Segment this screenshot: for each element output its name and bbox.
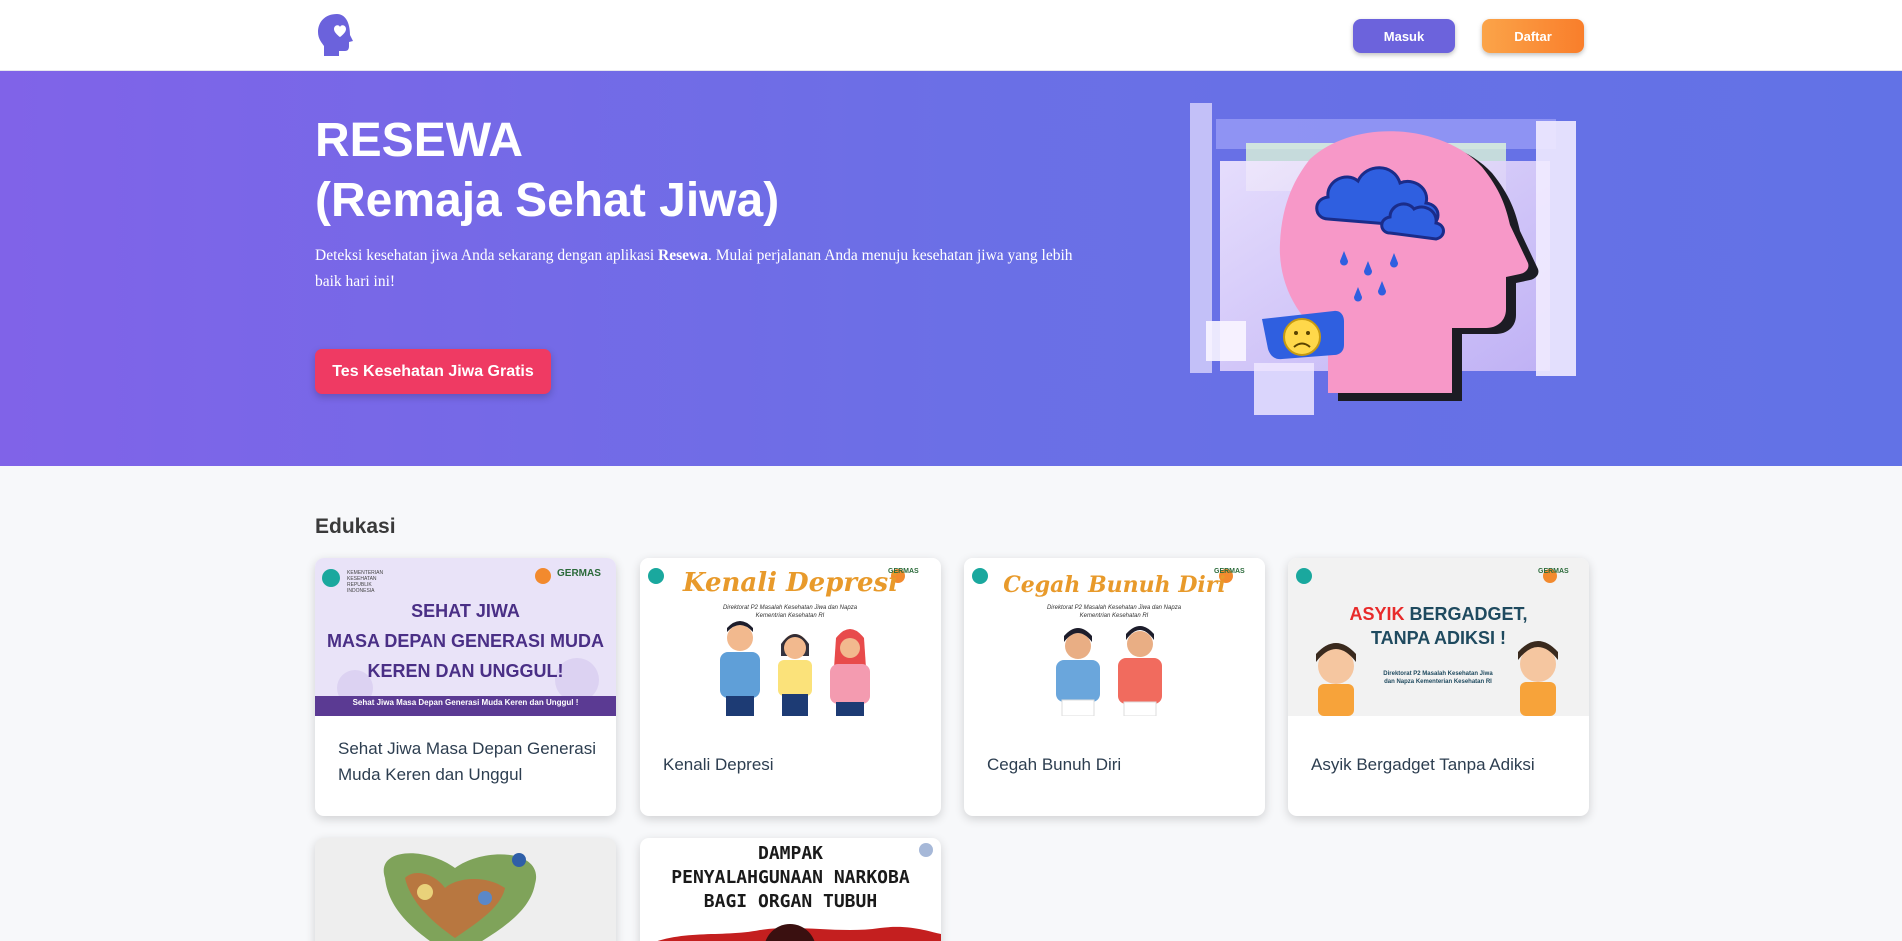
card-title[interactable]: Kenali Depresi bbox=[663, 752, 923, 778]
card-poster-image: Kenali Depresi Direktorat P2 Masalah Kes… bbox=[640, 558, 941, 716]
poster-line: KEREN DAN UNGGUL! bbox=[367, 661, 564, 681]
poster-subtitle: Direktorat P2 Masalah Kesehatan Jiwa dan… bbox=[722, 605, 858, 619]
hero-title-line1: RESEWA bbox=[315, 114, 524, 167]
germas-badge: GERMAS bbox=[888, 568, 919, 575]
edu-card-cegah-bunuh-diri[interactable]: Cegah Bunuh Diri Direktorat P2 Masalah K… bbox=[964, 558, 1265, 816]
poster-line: SEHAT JIWA bbox=[411, 601, 520, 621]
edu-card-asyik-bergadget[interactable]: ASYIK BERGADGET, TANPA ADIKSI ! Direktor… bbox=[1288, 558, 1589, 816]
poster-subtitle: Direktorat P2 Masalah Kesehatan Jiwa dan… bbox=[1046, 605, 1182, 619]
hero-title-line2: (Remaja Sehat Jiwa) bbox=[315, 174, 780, 227]
free-test-button[interactable]: Tes Kesehatan Jiwa Gratis bbox=[315, 349, 551, 394]
card-poster-image: Cegah Bunuh Diri Direktorat P2 Masalah K… bbox=[964, 558, 1265, 716]
hero-section: RESEWA (Remaja Sehat Jiwa) Deteksi keseh… bbox=[0, 71, 1902, 466]
card-title[interactable]: Cegah Bunuh Diri bbox=[987, 752, 1247, 778]
poster-rest: BERGADGET, bbox=[1404, 604, 1528, 624]
poster-line: BAGI ORGAN TUBUH bbox=[703, 891, 878, 912]
login-button[interactable]: Masuk bbox=[1353, 19, 1455, 53]
poster-headline: DAMPAK PENYALAHGUNAAN NARKOBA BAGI ORGAN… bbox=[640, 842, 941, 914]
poster-line: MASA DEPAN GENERASI MUDA bbox=[326, 631, 604, 651]
card-title[interactable]: Sehat Jiwa Masa Depan Generasi Muda Kere… bbox=[338, 736, 598, 788]
edu-card-row2-map[interactable] bbox=[315, 838, 616, 941]
edukasi-title: Edukasi bbox=[315, 515, 396, 538]
head-heart-icon[interactable] bbox=[315, 12, 363, 58]
poster-subtitle: Direktorat P2 Masalah Kesehatan Jiwa dan… bbox=[1383, 671, 1493, 685]
edu-card-sehat-jiwa[interactable]: KEMENTERIAN KESEHATAN REPUBLIK INDONESIA GE… bbox=[315, 558, 616, 816]
poster-line: DAMPAK bbox=[757, 843, 824, 864]
poster-line: PENYALAHGUNAAN NARKOBA bbox=[671, 867, 910, 888]
hero-title: RESEWA (Remaja Sehat Jiwa) bbox=[315, 111, 779, 231]
sad-head-raincloud-illustration bbox=[1190, 103, 1576, 415]
edu-card-kenali-depresi[interactable]: Kenali Depresi Direktorat P2 Masalah Kes… bbox=[640, 558, 941, 816]
poster-line: TANPA ADIKSI ! bbox=[1371, 628, 1506, 648]
poster-headline: ASYIK BERGADGET, TANPA ADIKSI ! bbox=[1288, 602, 1589, 650]
edu-card-row2-narkoba[interactable]: DAMPAK PENYALAHGUNAAN NARKOBA BAGI ORGAN… bbox=[640, 838, 941, 941]
poster-line: ASYIK BERGADGET, bbox=[1288, 602, 1589, 626]
navbar: Masuk Daftar bbox=[0, 0, 1902, 71]
germas-badge: GERMAS bbox=[1214, 568, 1245, 575]
card-title[interactable]: Asyik Bergadget Tanpa Adiksi bbox=[1311, 752, 1571, 778]
hero-desc-brand: Resewa bbox=[658, 247, 708, 264]
germas-badge: GERMAS bbox=[557, 568, 601, 579]
poster-heading: Cegah Bunuh Diri bbox=[1003, 572, 1226, 598]
germas-badge: GERMAS bbox=[1538, 568, 1569, 575]
hero-description: Deteksi kesehatan jiwa Anda sekarang den… bbox=[315, 243, 1075, 295]
hero-desc-start: Deteksi kesehatan jiwa Anda sekarang den… bbox=[315, 247, 659, 264]
poster-highlight: ASYIK bbox=[1349, 604, 1405, 624]
poster-graphic bbox=[383, 853, 537, 941]
card-poster-image: KEMENTERIAN KESEHATAN REPUBLIK INDONESIA GE… bbox=[315, 558, 616, 716]
poster-caption: Sehat Jiwa Masa Depan Generasi Muda Kere… bbox=[352, 698, 579, 707]
ministry-logo-text: KEMENTERIAN KESEHATAN REPUBLIK INDONESIA bbox=[347, 570, 384, 594]
register-button[interactable]: Daftar bbox=[1482, 19, 1584, 53]
poster-headline: SEHAT JIWA MASA DEPAN GENERASI MUDA KERE… bbox=[315, 596, 616, 686]
card-poster-image: ASYIK BERGADGET, TANPA ADIKSI ! Direktor… bbox=[1288, 558, 1589, 716]
